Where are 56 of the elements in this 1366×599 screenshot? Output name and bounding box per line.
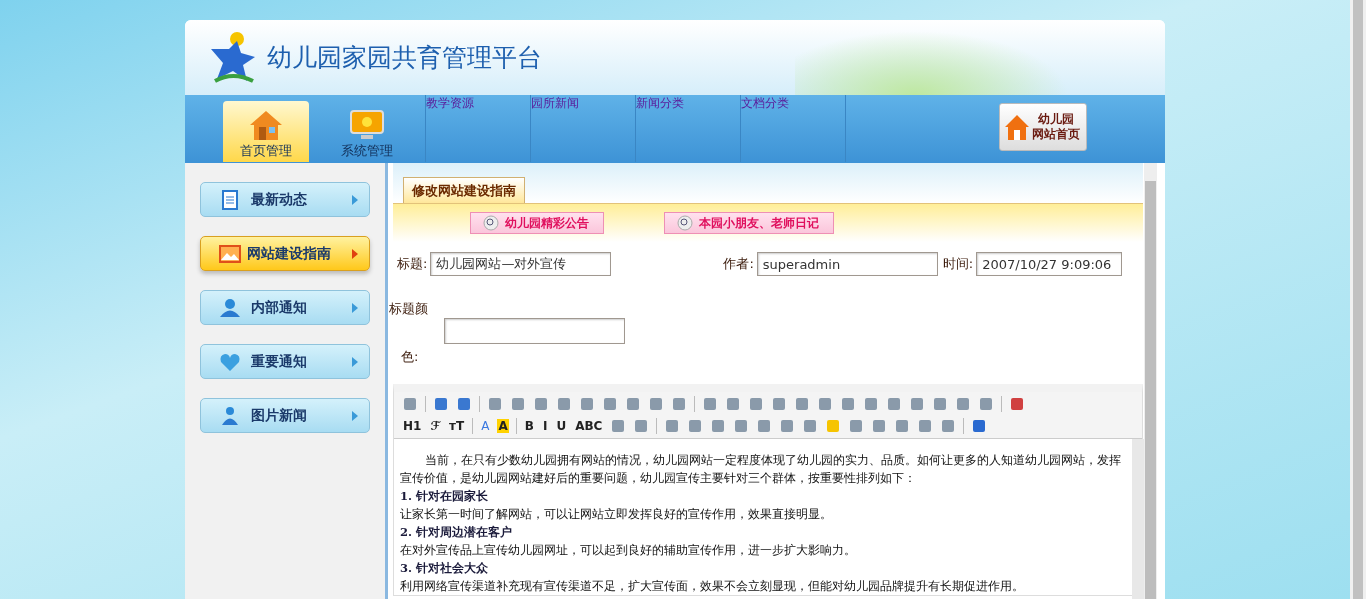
heart-icon xyxy=(219,351,241,372)
paragraph: 在对外宣传品上宣传幼儿园网址，可以起到良好的辅助宣传作用，进一步扩大影响力。 xyxy=(400,542,857,559)
sidebar-item[interactable]: 内部通知 xyxy=(200,290,370,325)
scrollbar[interactable] xyxy=(1144,163,1157,599)
sidebar-item[interactable]: 最新动态 xyxy=(200,182,370,217)
module-tab[interactable]: 首页管理 xyxy=(223,101,309,162)
module-tab[interactable]: 系统管理 xyxy=(324,101,410,162)
title-input[interactable]: 幼儿园网站—对外宣传 xyxy=(430,252,612,276)
nav-link[interactable]: 教学资源 xyxy=(426,95,474,112)
nav-link[interactable]: 文档分类 xyxy=(741,95,789,112)
author-input[interactable]: superadmin xyxy=(756,252,938,276)
platform-title: 幼儿园家园共育管理平台 xyxy=(267,42,542,74)
underline-button[interactable]: U xyxy=(555,419,568,433)
strikethrough-button[interactable]: ABC xyxy=(574,419,604,433)
paragraph: 利用网络宣传渠道补充现有宣传渠道不足，扩大宣传面，效果不会立刻显现，但能对幼儿园品牌提升有长期促进作用。 xyxy=(400,578,1025,595)
triangle-icon xyxy=(351,356,359,367)
title-label: 标题: xyxy=(397,255,428,273)
highlight-button[interactable]: A xyxy=(497,419,509,433)
search-icon xyxy=(677,215,693,231)
bold-button[interactable]: B xyxy=(523,419,535,433)
monitor-icon xyxy=(348,108,386,142)
sidebar-item[interactable]: 网站建设指南 xyxy=(200,236,370,271)
nav-link[interactable]: 园所新闻 xyxy=(531,95,579,112)
text-color-button[interactable]: A xyxy=(480,419,491,433)
scrollbar[interactable] xyxy=(1350,0,1366,599)
triangle-icon xyxy=(351,194,359,205)
font-size-button[interactable]: тT xyxy=(448,419,466,433)
section-heading: 1. 针对在园家长 xyxy=(400,488,489,505)
heading-button[interactable]: H1 xyxy=(402,419,423,433)
italic-button[interactable]: I xyxy=(541,419,549,433)
person-icon xyxy=(219,405,241,426)
paragraph: 让家长第一时间了解网站，可以让网站立即发挥良好的宣传作用，效果直接明显。 xyxy=(400,506,833,523)
quick-link-button[interactable]: 本园小朋友、老师日记 xyxy=(664,212,834,234)
sidebar-item[interactable]: 图片新闻 xyxy=(200,398,370,433)
author-label: 作者: xyxy=(723,255,754,273)
page-tab[interactable]: 修改网站建设指南 xyxy=(403,177,525,203)
sidebar-item[interactable]: 重要通知 xyxy=(200,344,370,379)
section-heading: 3. 针对社会大众 xyxy=(400,560,489,577)
font-button[interactable]: ℱ xyxy=(429,419,442,433)
color-label: 标题颜 xyxy=(389,300,429,318)
triangle-icon xyxy=(351,410,359,421)
color-label: 色: xyxy=(401,348,420,366)
section-heading: 2. 针对周边潜在客户 xyxy=(400,524,513,541)
search-icon xyxy=(483,215,499,231)
person-icon xyxy=(219,297,241,318)
time-input[interactable]: 2007/10/27 9:09:06 xyxy=(976,252,1123,276)
paragraph: 当前，在只有少数幼儿园拥有网站的情况，幼儿园网站一定程度体现了幼儿园的实力、品质。如何让更多的人知道幼儿园网站，发挥宣传价值，是幼儿园网站建好后的重要问题，幼儿园宣传主要针对三个群体，按重要性排列如下： xyxy=(400,452,1123,487)
nav-link[interactable]: 新闻分类 xyxy=(636,95,684,112)
color-input[interactable] xyxy=(444,318,625,344)
triangle-icon xyxy=(351,302,359,313)
triangle-icon xyxy=(351,248,359,259)
house-icon xyxy=(1004,113,1030,141)
time-label: 时间: xyxy=(942,255,974,273)
homepage-button[interactable]: 幼儿园 网站首页 xyxy=(999,103,1087,151)
quick-link-button[interactable]: 幼儿园精彩公告 xyxy=(470,212,604,234)
scrollbar[interactable] xyxy=(1132,439,1144,599)
